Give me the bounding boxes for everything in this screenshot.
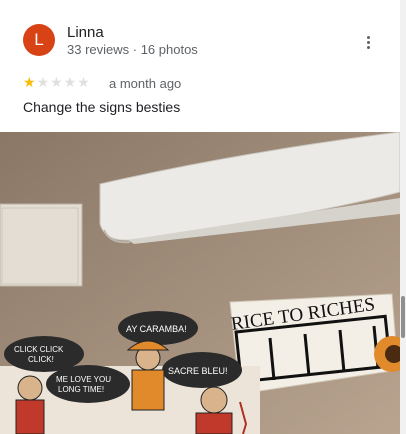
bubble-text: SACRE BLEU! <box>168 366 228 376</box>
bubble-text: AY CARAMBA! <box>126 324 187 334</box>
reviewer-name[interactable]: Linna <box>67 24 104 41</box>
avatar[interactable]: L <box>23 24 55 56</box>
star-empty-icon: ★ <box>36 74 51 90</box>
reviewer-meta: 33 reviews · 16 photos <box>67 42 198 57</box>
bubble-text: LONG TIME! <box>58 385 104 394</box>
star-rating: ★★★★★ <box>23 74 91 90</box>
bubble-text: ME LOVE YOU <box>56 375 111 384</box>
star-empty-icon: ★ <box>77 74 91 90</box>
more-vert-icon-dot <box>367 41 370 44</box>
review-photo[interactable]: RICE TO RICHES AY CARAMBA! CLICK CLICK C… <box>0 132 400 434</box>
bubble-text: CLICK! <box>28 355 54 364</box>
review-time: a month ago <box>109 76 182 91</box>
more-options-button[interactable] <box>358 32 378 52</box>
star-empty-icon: ★ <box>63 74 78 90</box>
scrollbar-thumb[interactable] <box>401 296 405 338</box>
scrollbar-track[interactable] <box>400 0 406 434</box>
review-text: Change the signs besties <box>23 99 181 115</box>
more-vert-icon-dot <box>367 46 370 49</box>
more-vert-icon <box>367 36 370 39</box>
review-card: L Linna 33 reviews · 16 photos ★★★★★ a m… <box>0 0 400 132</box>
bubble-text: CLICK CLICK <box>14 345 64 354</box>
star-filled-icon: ★ <box>23 74 37 90</box>
star-empty-icon: ★ <box>50 74 64 90</box>
